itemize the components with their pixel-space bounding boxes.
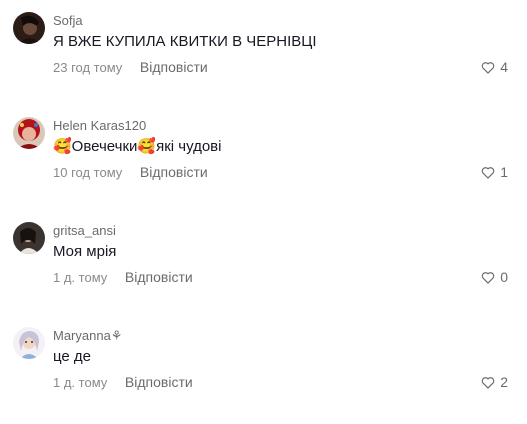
comment-meta: 1 д. тому Відповісти [53,374,193,391]
comment-timestamp: 1 д. тому [53,375,108,390]
like-button[interactable]: 1 [481,164,508,180]
comment-username[interactable]: gritsa_ansi [53,223,116,239]
comment-timestamp: 23 год тому [53,60,123,75]
like-count: 0 [500,269,508,285]
comment-username[interactable]: Helen Karas120 [53,118,146,134]
comment-timestamp: 1 д. тому [53,270,108,285]
comment-meta: 23 год тому Відповісти [53,59,208,76]
comment-meta: 1 д. тому Відповісти [53,269,193,286]
heart-icon [481,61,495,74]
avatar[interactable] [13,222,45,254]
comment-text: 🥰Овечечки🥰які чудові [53,138,222,155]
like-count: 2 [500,374,508,390]
comment-text: це де [53,348,92,365]
user-avatar-icon [13,12,45,44]
heart-icon [481,271,495,284]
heart-icon [481,166,495,179]
reply-button[interactable]: Відповісти [140,164,208,180]
like-count: 1 [500,164,508,180]
like-button[interactable]: 2 [481,374,508,390]
like-button[interactable]: 4 [481,59,508,75]
comment-text: Моя мрія [53,243,117,260]
avatar[interactable] [13,117,45,149]
comment-username[interactable]: Sofja [53,13,83,29]
comment-item: gritsa_ansi Моя мрія 1 д. тому Відповіст… [0,222,527,312]
comment-text: Я ВЖЕ КУПИЛА КВИТКИ В ЧЕРНІВЦІ [53,33,317,50]
comment-meta: 10 год тому Відповісти [53,164,208,181]
comments-list: Sofja Я ВЖЕ КУПИЛА КВИТКИ В ЧЕРНІВЦІ 23 … [0,0,527,424]
reply-button[interactable]: Відповісти [140,59,208,75]
reply-button[interactable]: Відповісти [125,269,193,285]
user-avatar-icon [13,117,45,149]
user-avatar-icon [13,327,45,359]
user-avatar-icon [13,222,45,254]
avatar[interactable] [13,12,45,44]
comment-timestamp: 10 год тому [53,165,123,180]
comment-item: Sofja Я ВЖЕ КУПИЛА КВИТКИ В ЧЕРНІВЦІ 23 … [0,12,527,102]
like-count: 4 [500,59,508,75]
comment-username[interactable]: Maryanna⚘ [53,328,122,344]
reply-button[interactable]: Відповісти [125,374,193,390]
like-button[interactable]: 0 [481,269,508,285]
heart-icon [481,376,495,389]
avatar[interactable] [13,327,45,359]
comment-item: Helen Karas120 🥰Овечечки🥰які чудові 10 г… [0,117,527,207]
comment-item: Maryanna⚘ це де 1 д. тому Відповісти 2 [0,327,527,417]
